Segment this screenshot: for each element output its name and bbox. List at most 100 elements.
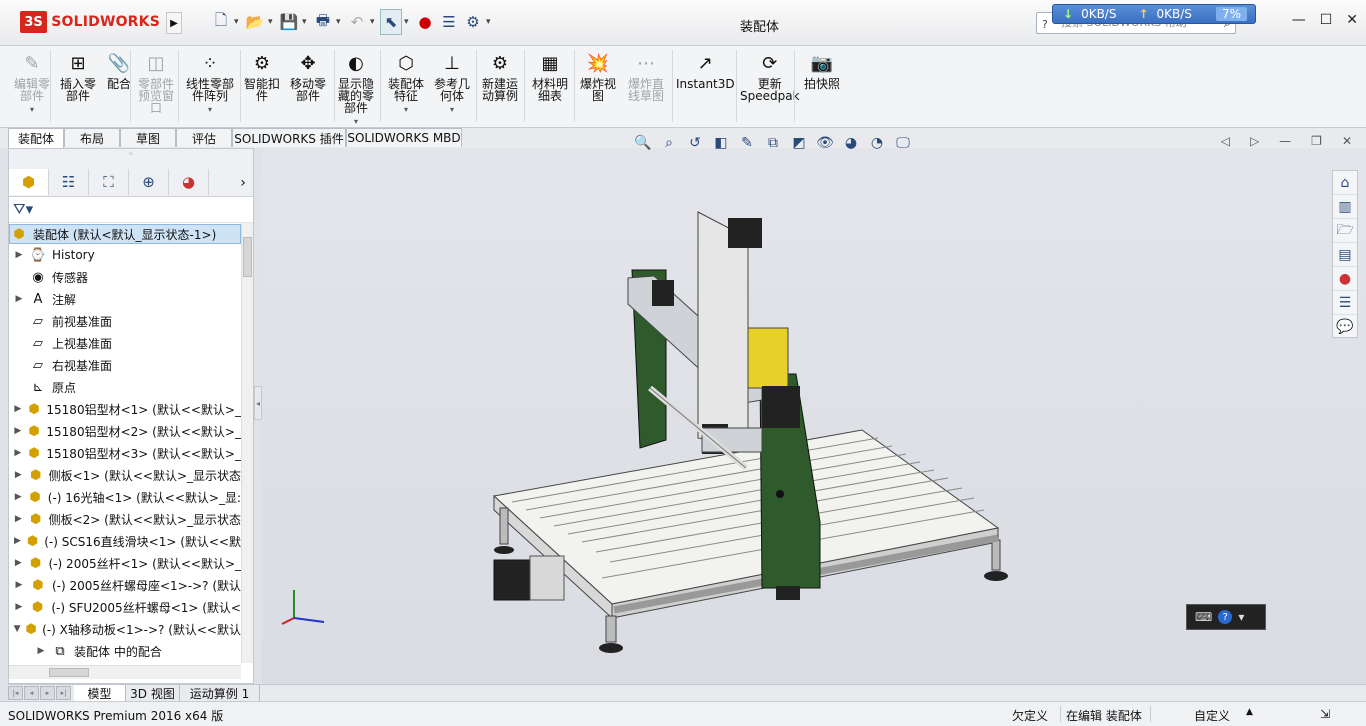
tree-horizontal-scrollbar[interactable]: [9, 665, 241, 679]
filter-funnel-icon[interactable]: ⛛▾: [13, 200, 33, 218]
prev-tab-icon[interactable]: ◂: [24, 686, 39, 700]
close-icon[interactable]: ✕: [1346, 12, 1358, 28]
tree-item[interactable]: ▶ ⬢ 侧板<2> (默认<<默认>_显示状态: [9, 508, 241, 530]
ribbon-button-6[interactable]: ✥ 移动零 部件: [290, 52, 326, 103]
ribbon-button-9[interactable]: ⊥ 参考几 何体 ▾: [434, 52, 470, 116]
hscroll-thumb[interactable]: [49, 668, 89, 677]
bottom-tab-1[interactable]: 3D 视图: [126, 685, 180, 701]
tree-expand-toggle-icon[interactable]: ▶: [13, 404, 23, 414]
solidworks-logo[interactable]: 3S SOLIDWORKS: [20, 8, 160, 36]
tree-expand-toggle-icon[interactable]: ▶: [13, 448, 23, 458]
tree-item[interactable]: ▶ ⧉ 装配体 中的配合: [9, 640, 241, 662]
ribbon-button-8[interactable]: ⬡ 装配体 特征 ▾: [388, 52, 424, 116]
tab-2[interactable]: 草图: [120, 128, 176, 147]
tab-4[interactable]: SOLIDWORKS 插件: [232, 128, 346, 147]
new-dropdown-icon[interactable]: ▾: [234, 9, 242, 35]
last-tab-icon[interactable]: ▸|: [56, 686, 71, 700]
tree-item[interactable]: ▶ ⬢ (-) 2005丝杆<1> (默认<<默认>_: [9, 552, 241, 574]
tree-item[interactable]: ▶ A 注解: [9, 288, 241, 310]
ribbon-dropdown-icon[interactable]: ▾: [450, 104, 454, 116]
tree-item[interactable]: ⊾ 原点: [9, 376, 241, 398]
ribbon-button-5[interactable]: ⚙ 智能扣 件: [244, 52, 280, 103]
tree-item[interactable]: ▶ ⬢ 侧板<1> (默认<<默认>_显示状态: [9, 464, 241, 486]
ribbon-button-14[interactable]: ↗ Instant3D: [676, 52, 735, 91]
file-properties-icon[interactable]: ☰: [438, 9, 460, 35]
tree-item[interactable]: ◉ 传感器: [9, 266, 241, 288]
options-gear-icon[interactable]: ⚙: [462, 9, 484, 35]
save-icon[interactable]: 💾: [278, 9, 300, 35]
open-dropdown-icon[interactable]: ▾: [268, 9, 276, 35]
floatbar-dropdown-icon[interactable]: ▾: [1238, 610, 1244, 624]
ribbon-button-1[interactable]: ⊞ 插入零 部件: [60, 52, 96, 103]
ribbon-button-13[interactable]: ⋯ 爆炸直 线草图: [628, 52, 664, 103]
ribbon-button-2[interactable]: 📎 配合: [106, 52, 132, 91]
file-explorer-icon[interactable]: 🗁: [1333, 219, 1357, 243]
tree-item[interactable]: ▶ ⬢ (-) SFU2005丝杆螺母<1> (默认<: [9, 596, 241, 618]
display-style-icon[interactable]: ◩: [788, 132, 810, 154]
tree-expand-toggle-icon[interactable]: ▶: [13, 426, 23, 436]
feature-manager-tab-icon[interactable]: ⬢: [9, 169, 49, 195]
tree-item[interactable]: ▶ ⬢ (-) SCS16直线滑块<1> (默认<<默: [9, 530, 241, 552]
new-document-icon[interactable]: 🗋: [210, 9, 232, 35]
tree-expand-toggle-icon[interactable]: ▶: [13, 558, 24, 568]
first-tab-icon[interactable]: |◂: [8, 686, 23, 700]
ribbon-button-16[interactable]: 📷 拍快照: [804, 52, 840, 91]
next-tab-icon[interactable]: ▸: [40, 686, 55, 700]
undo-dropdown-icon[interactable]: ▾: [370, 9, 378, 35]
apply-scene-icon[interactable]: ◔: [866, 132, 888, 154]
save-dropdown-icon[interactable]: ▾: [302, 9, 310, 35]
tree-expand-toggle-icon[interactable]: ▼: [13, 624, 21, 634]
tree-item[interactable]: ▶ ⌚ History: [9, 244, 241, 266]
edit-appearance-icon[interactable]: ◕: [840, 132, 862, 154]
ribbon-dropdown-icon[interactable]: ▾: [404, 104, 408, 116]
minimize-icon[interactable]: —: [1292, 12, 1306, 28]
tree-item[interactable]: ▶ ⬢ 15180铝型材<3> (默认<<默认>_: [9, 442, 241, 464]
previous-view-icon[interactable]: ↺: [684, 132, 706, 154]
ribbon-dropdown-icon[interactable]: ▾: [354, 116, 358, 128]
select-pointer-icon[interactable]: ⬉: [380, 9, 402, 35]
options-dropdown-icon[interactable]: ▾: [486, 9, 494, 35]
viewport-back-icon[interactable]: ◁: [1221, 134, 1230, 148]
ribbon-button-15[interactable]: ⟳ 更新 Speedpak: [740, 52, 800, 103]
keyboard-icon[interactable]: ⌨: [1195, 610, 1212, 624]
display-manager-tab-icon[interactable]: ◕: [169, 169, 209, 195]
tree-item[interactable]: ▱ 前视基准面: [9, 310, 241, 332]
resize-grip-icon[interactable]: ⇲: [1320, 707, 1330, 721]
tree-expand-toggle-icon[interactable]: ▶: [13, 602, 25, 612]
dynamic-annotation-icon[interactable]: ✎: [736, 132, 758, 154]
select-dropdown-icon[interactable]: ▾: [404, 9, 412, 35]
tree-vertical-scrollbar[interactable]: [241, 223, 253, 663]
rebuild-traffic-light-icon[interactable]: ●: [414, 9, 436, 35]
viewport-restore-icon[interactable]: ❐: [1311, 134, 1322, 148]
print-dropdown-icon[interactable]: ▾: [336, 9, 344, 35]
tree-expand-toggle-icon[interactable]: ▶: [13, 580, 25, 590]
ribbon-button-12[interactable]: 💥 爆炸视 图: [580, 52, 616, 103]
viewport-minimize-icon[interactable]: —: [1279, 134, 1291, 148]
tree-item[interactable]: ▼ ⬢ (-) X轴移动板<1>->? (默认<<默认: [9, 618, 241, 640]
tree-item[interactable]: ▶ ⬢ 15180铝型材<2> (默认<<默认>_: [9, 420, 241, 442]
panel-grip[interactable]: ◦: [9, 149, 253, 169]
tree-item[interactable]: ▶ ⬢ (-) 16光轴<1> (默认<<默认>_显:: [9, 486, 241, 508]
solidworks-resources-icon[interactable]: ⌂: [1333, 171, 1357, 195]
design-library-icon[interactable]: ▥: [1333, 195, 1357, 219]
view-palette-icon[interactable]: ▤: [1333, 243, 1357, 267]
menu-expand-arrow-icon[interactable]: ▶: [166, 12, 182, 34]
ribbon-button-10[interactable]: ⚙ 新建运 动算例: [482, 52, 518, 103]
ribbon-button-3[interactable]: ◫ 零部件 预览窗 口: [138, 52, 174, 115]
tree-expand-toggle-icon[interactable]: ▶: [13, 514, 24, 524]
bottom-tab-0[interactable]: 模型: [74, 685, 126, 701]
section-view-icon[interactable]: ◧: [710, 132, 732, 154]
ribbon-button-0[interactable]: ✎ 编辑零 部件 ▾: [14, 52, 50, 116]
units-status[interactable]: 自定义: [1194, 707, 1230, 724]
zoom-to-area-icon[interactable]: ⌕: [658, 132, 680, 154]
open-document-icon[interactable]: 📂: [244, 9, 266, 35]
tree-expand-toggle-icon[interactable]: ▶: [13, 536, 22, 546]
dimxpert-manager-tab-icon[interactable]: ⊕: [129, 169, 169, 195]
tab-3[interactable]: 评估: [176, 128, 232, 147]
ribbon-button-11[interactable]: ▦ 材料明 细表: [532, 52, 568, 103]
custom-properties-icon[interactable]: ☰: [1333, 291, 1357, 315]
appearances-scenes-icon[interactable]: ●: [1333, 267, 1357, 291]
tree-item[interactable]: ▱ 右视基准面: [9, 354, 241, 376]
tab-5[interactable]: SOLIDWORKS MBD: [346, 128, 462, 147]
help-icon[interactable]: ?: [1218, 610, 1233, 624]
